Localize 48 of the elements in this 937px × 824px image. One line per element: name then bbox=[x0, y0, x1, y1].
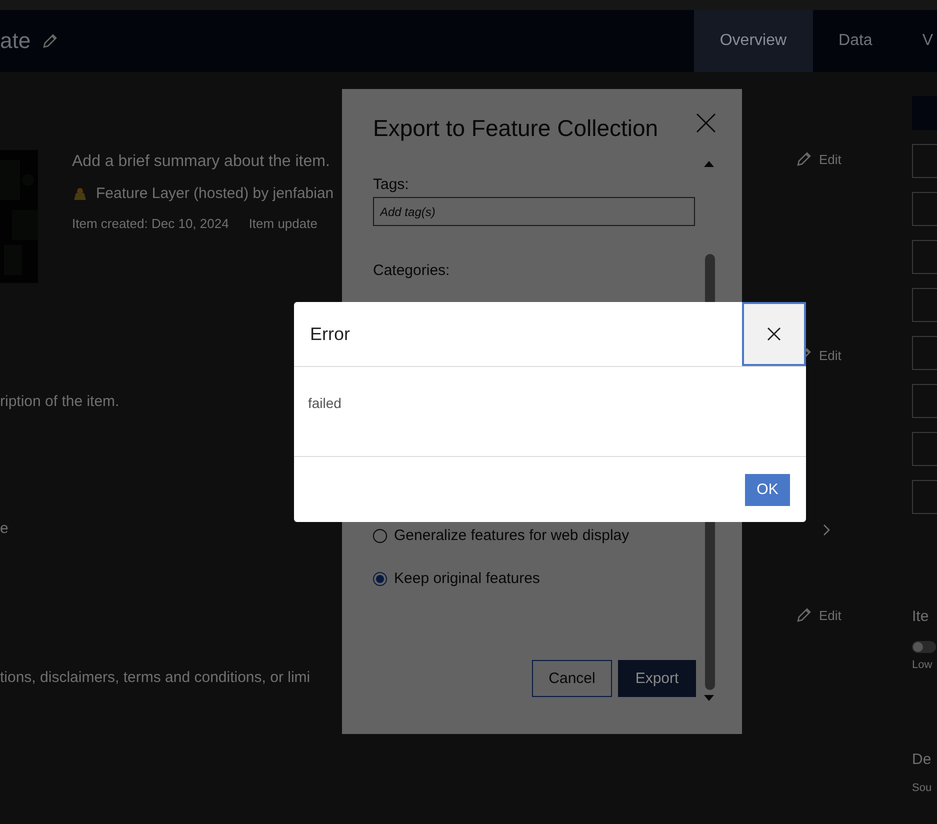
edit-link[interactable]: Edit bbox=[795, 606, 842, 624]
page-title: ate bbox=[0, 28, 31, 54]
layer-icon bbox=[72, 186, 88, 202]
close-icon bbox=[767, 327, 781, 341]
error-message: failed bbox=[308, 395, 342, 411]
panel-button[interactable] bbox=[912, 336, 937, 370]
toggle-label: Low bbox=[912, 659, 932, 671]
panel-button[interactable] bbox=[912, 240, 937, 274]
section-heading: Ite bbox=[912, 608, 929, 625]
terms-text: tions, disclaimers, terms and conditions, or limi bbox=[0, 669, 310, 686]
description-text: ription of the item. bbox=[0, 393, 120, 410]
dialog-title: Export to Feature Collection bbox=[373, 115, 658, 142]
pencil-icon bbox=[40, 32, 59, 50]
close-icon[interactable] bbox=[696, 113, 716, 133]
export-button[interactable]: Export bbox=[618, 660, 696, 697]
pencil-icon bbox=[795, 150, 813, 168]
scroll-up-icon[interactable] bbox=[704, 161, 714, 167]
toggle-switch[interactable] bbox=[912, 641, 936, 653]
radio-button[interactable] bbox=[373, 528, 387, 542]
section-heading: De bbox=[912, 751, 932, 768]
categories-label: Categories: bbox=[373, 262, 450, 279]
nav-tab[interactable]: Data bbox=[812, 10, 898, 72]
nav-tab[interactable]: V bbox=[898, 10, 937, 72]
pencil-icon bbox=[795, 606, 813, 624]
nav-tab[interactable]: Overview bbox=[694, 10, 813, 72]
text-fragment: e bbox=[0, 520, 8, 537]
panel-button[interactable] bbox=[912, 288, 937, 322]
tags-label: Tags: bbox=[373, 176, 409, 193]
option-label: Keep original features bbox=[394, 570, 540, 587]
radio-button[interactable] bbox=[373, 572, 387, 586]
summary-text: Add a brief summary about the item. bbox=[72, 153, 330, 171]
scroll-down-icon[interactable] bbox=[704, 695, 714, 701]
close-button[interactable] bbox=[742, 302, 806, 366]
option-label: Generalize features for web display bbox=[394, 527, 630, 544]
panel-button[interactable] bbox=[912, 480, 937, 514]
chevron-right-icon[interactable] bbox=[823, 524, 831, 536]
created-date: Item created: Dec 10, 2024 bbox=[72, 216, 229, 231]
panel-button[interactable] bbox=[912, 192, 937, 226]
panel-button[interactable] bbox=[912, 144, 937, 178]
edit-link[interactable]: Edit bbox=[795, 150, 842, 168]
cancel-button[interactable]: Cancel bbox=[532, 660, 612, 697]
panel-button[interactable] bbox=[912, 432, 937, 466]
item-type-text: Feature Layer (hosted) by jenfabian bbox=[96, 185, 334, 202]
panel-button[interactable] bbox=[912, 384, 937, 418]
source-label: Sou bbox=[912, 782, 932, 794]
dialog-title: Error bbox=[310, 324, 350, 344]
ok-button[interactable]: OK bbox=[745, 474, 790, 506]
updated-date: Item update bbox=[248, 216, 318, 231]
